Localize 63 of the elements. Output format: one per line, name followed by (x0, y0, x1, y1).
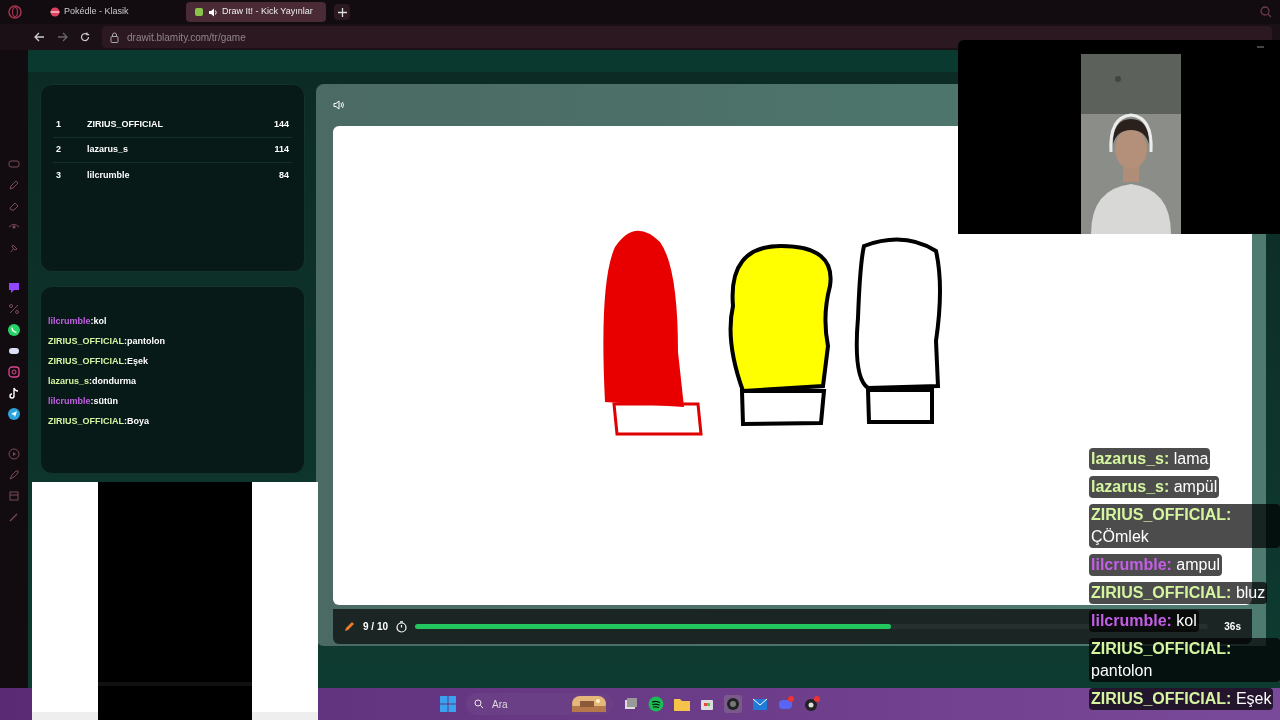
overlay-chat-message: lazarus_s: ampül (1089, 476, 1220, 498)
overlay-chat-message: ZIRIUS_OFFICIAL: bluz (1089, 582, 1268, 604)
player-name: ZIRIUS_OFFICIAL (87, 118, 164, 132)
eraser-icon[interactable] (8, 200, 20, 212)
store-icon[interactable] (700, 697, 714, 711)
address-bar[interactable]: drawit.blamity.com/tr/game (102, 26, 1272, 48)
overlay-chat-message: lazarus_s: lama (1089, 448, 1211, 470)
camera-app-icon[interactable] (724, 695, 742, 713)
overlay-chat-message: ZIRIUS_OFFICIAL: Eşek (1089, 688, 1274, 710)
chat-message: ZIRIUS_OFFICIAL:Eşek (48, 355, 150, 368)
window-icon[interactable] (624, 697, 638, 711)
chat-message: ZIRIUS_OFFICIAL:pantolon (48, 335, 166, 348)
speaker-icon (208, 7, 218, 17)
forward-icon[interactable] (57, 32, 68, 42)
overlay-chat-message: lilcrumble: kol (1089, 610, 1199, 632)
chat-message: lilcrumble:kol (48, 315, 108, 328)
overlay-chat-message: ZIRIUS_OFFICIAL: pantolon (1089, 638, 1280, 682)
speaker-icon[interactable] (333, 100, 344, 110)
chat-message: lilcrumble:sütün (48, 395, 119, 408)
search-icon[interactable] (1260, 6, 1272, 18)
start-icon[interactable] (440, 696, 456, 712)
percent-icon[interactable] (8, 303, 20, 315)
folder-icon[interactable] (674, 697, 690, 711)
record-icon[interactable] (804, 696, 820, 712)
chat-message: lazarus_s:dondurma (48, 375, 138, 388)
pencil-icon[interactable] (8, 179, 20, 191)
time-remaining: 36s (1224, 620, 1241, 634)
browser-logo-icon[interactable] (8, 5, 22, 19)
overlay-chat-message: ZIRIUS_OFFICIAL: ÇÖmlek (1089, 504, 1280, 548)
pencil-icon (344, 621, 355, 632)
reload-icon[interactable] (80, 32, 90, 42)
plus-icon (337, 7, 347, 17)
browser-tab[interactable]: Draw It! - Kick Yayınlar (186, 2, 326, 22)
player-name: lazarus_s (87, 143, 130, 157)
camera-icon[interactable] (8, 366, 20, 378)
browser-tab[interactable]: Pokédle - Klasik (42, 2, 182, 22)
taskbar-search-field[interactable]: Ara (466, 693, 614, 715)
player-score: 144 (273, 118, 289, 132)
round-counter: 9 / 10 (363, 620, 389, 634)
search-placeholder: Ara (492, 697, 509, 712)
ball-icon (50, 7, 60, 17)
mail-icon[interactable] (752, 697, 768, 711)
rank-number: 3 (56, 168, 62, 182)
play-icon[interactable] (8, 448, 20, 460)
rank-number: 1 (56, 118, 62, 132)
music-note-icon[interactable] (8, 387, 20, 399)
search-icon (474, 699, 484, 709)
url-text: drawit.blamity.com/tr/game (127, 30, 246, 45)
paper-plane-icon[interactable] (8, 408, 20, 420)
overlay-chat-message: lilcrumble: ampul (1089, 554, 1222, 576)
back-icon[interactable] (34, 32, 45, 42)
chat-bubble-icon[interactable] (8, 282, 20, 294)
player-name: lilcrumble (87, 168, 131, 182)
timer-icon (396, 620, 408, 633)
player-score: 114 (274, 143, 289, 157)
player-score: 84 (279, 168, 289, 182)
lock-icon (110, 31, 119, 43)
music-app-icon[interactable] (648, 696, 664, 712)
tab-favicon-icon (194, 7, 204, 17)
phone-icon[interactable] (8, 324, 20, 336)
chat-message: ZIRIUS_OFFICIAL:Boya (48, 415, 150, 428)
new-tab-button[interactable] (334, 4, 350, 20)
rank-number: 2 (56, 143, 62, 157)
